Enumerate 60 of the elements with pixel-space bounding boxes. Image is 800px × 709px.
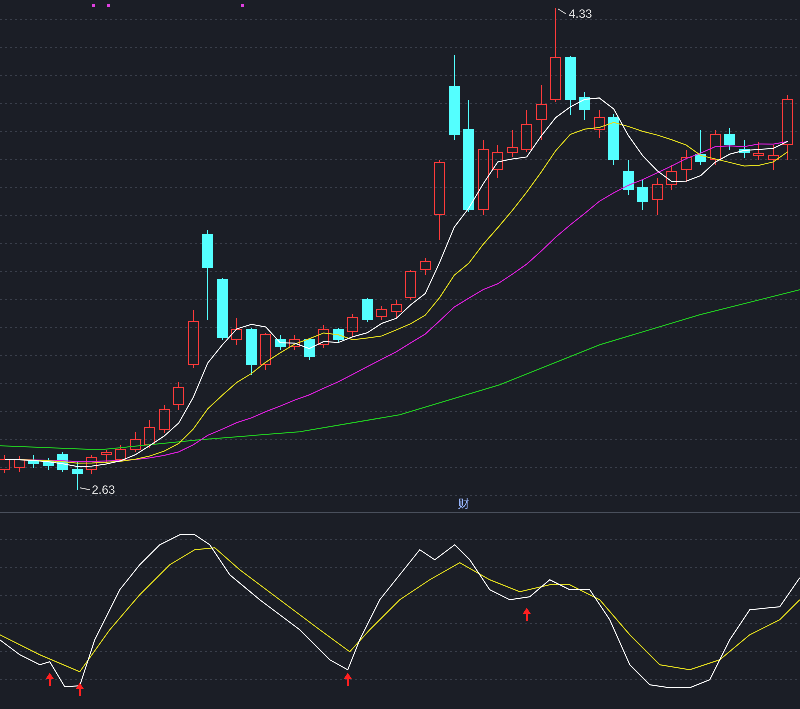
candlestick — [86, 454, 98, 474]
candlestick — [623, 160, 634, 196]
candlestick — [188, 310, 199, 368]
candlestick — [638, 180, 648, 210]
candlestick — [144, 420, 156, 448]
candlestick — [406, 270, 416, 300]
candlestick — [522, 110, 532, 152]
high-price-label: 4.33 — [569, 7, 592, 21]
candlestick — [666, 164, 678, 190]
candlestick — [362, 298, 373, 322]
candlestick — [159, 404, 170, 434]
candlestick — [492, 144, 504, 178]
candlestick — [217, 278, 228, 340]
candlestick — [290, 334, 300, 350]
marker-icon — [107, 4, 110, 7]
candlestick — [652, 178, 663, 216]
candlestick — [580, 92, 590, 120]
leader-line — [80, 488, 90, 490]
candlestick — [116, 444, 126, 462]
candlestick — [130, 432, 141, 452]
marker-icon — [92, 4, 95, 7]
candlestick — [376, 306, 388, 320]
candlestick — [782, 94, 794, 160]
candlestick — [174, 382, 184, 410]
candlestick — [565, 56, 576, 116]
candlestick — [507, 130, 518, 158]
candlestick — [724, 128, 736, 150]
up-arrow-icon — [76, 683, 84, 696]
candlestick — [681, 150, 692, 182]
marker-icon — [241, 4, 244, 7]
candlestick — [232, 318, 242, 346]
leader-line — [558, 8, 566, 14]
candlestick — [754, 142, 764, 160]
candlestick — [768, 144, 779, 170]
candlestick — [72, 462, 83, 490]
indicator-title: 财 — [458, 497, 470, 511]
candlestick — [420, 258, 431, 276]
low-price-label: 2.63 — [92, 483, 116, 497]
candlestick — [536, 84, 547, 140]
candlestick — [739, 140, 750, 158]
candlestick — [246, 328, 257, 376]
candlestick — [304, 338, 315, 360]
candlestick — [14, 456, 25, 472]
candlestick — [0, 454, 10, 474]
candlestick — [333, 328, 344, 344]
up-arrow-icon — [46, 673, 54, 686]
candlestick — [348, 314, 358, 336]
up-arrow-icon — [523, 608, 531, 621]
candlestick — [260, 332, 272, 370]
candlestick — [28, 454, 40, 468]
candlestick — [608, 114, 620, 166]
candlestick — [594, 110, 605, 138]
candlestick — [391, 300, 402, 318]
up-arrow-icon — [344, 673, 352, 686]
candlestick — [43, 458, 54, 470]
candlestick — [318, 324, 330, 348]
candlestick — [696, 130, 706, 166]
candlestick — [710, 130, 721, 166]
candlestick — [101, 450, 112, 462]
candlestick — [275, 334, 286, 350]
